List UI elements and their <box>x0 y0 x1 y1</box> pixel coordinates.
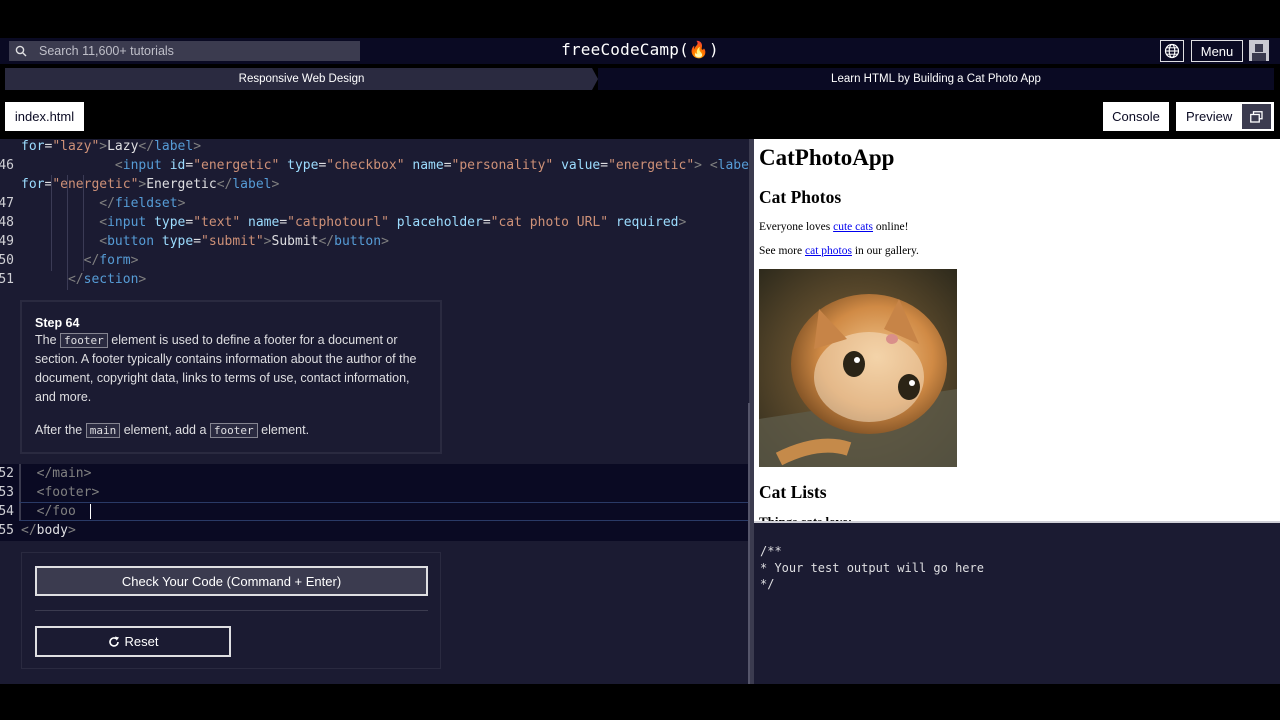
code-line[interactable]: 48 <input type="text" name="catphotourl"… <box>0 213 749 232</box>
line-number: 49 <box>0 234 14 249</box>
inline-code: footer <box>60 333 108 348</box>
check-code-button[interactable]: Check Your Code (Command + Enter) <box>35 566 428 596</box>
test-output-panel: /** * Your test output will go here */ <box>754 523 1280 684</box>
code-line[interactable]: 54 </foo <box>0 502 749 521</box>
test-output-text: /** * Your test output will go here */ <box>760 544 984 591</box>
preview-heading-cat-lists: Cat Lists <box>759 482 827 502</box>
instruction-text: The footer element is used to define a f… <box>35 331 427 407</box>
preview-frame[interactable]: CatPhotoApp Cat Photos Everyone loves cu… <box>754 139 1280 522</box>
line-number: 48 <box>0 215 14 230</box>
cat-photos-link[interactable]: cat photos <box>805 245 852 257</box>
code-line[interactable]: 47 </fieldset> <box>0 194 749 213</box>
instruction-text-part: After the <box>35 423 83 437</box>
code-line[interactable]: 55 </body> <box>0 521 749 540</box>
preview-title: CatPhotoApp <box>759 145 895 170</box>
code-line[interactable]: 50 </form> <box>0 251 749 270</box>
code-text: </section> <box>67 272 147 287</box>
editor-scrollbar[interactable] <box>748 403 750 684</box>
code-text: </fieldset> <box>99 196 186 211</box>
line-number: 52 <box>0 466 14 481</box>
code-text: <footer> <box>36 485 100 500</box>
preview-paragraph: Everyone loves cute cats online! <box>759 221 908 233</box>
search-input[interactable] <box>39 44 339 58</box>
preview-text: in our gallery. <box>851 245 919 257</box>
code-text: </foo <box>36 504 76 519</box>
code-line[interactable]: for="energetic">Energetic</label> <box>0 175 749 194</box>
line-number: 50 <box>0 253 14 268</box>
cat-photo-graphic <box>759 269 957 467</box>
code-line[interactable]: 52 </main> <box>0 464 749 483</box>
reset-icon <box>108 636 119 647</box>
code-line[interactable]: for="lazy">Lazy</label> <box>0 137 749 156</box>
avatar[interactable] <box>1249 40 1269 61</box>
letterbox-bottom <box>0 684 1280 720</box>
code-text: for="energetic">Energetic</label> <box>21 177 280 192</box>
search-box[interactable] <box>9 41 360 61</box>
instructions-panel: Step 64 The footer element is used to de… <box>21 301 441 453</box>
inline-code: main <box>85 423 121 438</box>
code-text: </form> <box>83 253 139 268</box>
line-number: 53 <box>0 485 14 500</box>
line-number: 55 <box>0 523 14 538</box>
instruction-text-part: element, add a <box>123 423 207 437</box>
breadcrumb-project[interactable]: Learn HTML by Building a Cat Photo App <box>598 68 1274 90</box>
line-number: 51 <box>0 272 14 287</box>
preview-paragraph: See more cat photos in our gallery. <box>759 245 919 257</box>
menu-button[interactable]: Menu <box>1191 40 1243 62</box>
code-text: for="lazy">Lazy</label> <box>21 139 202 154</box>
code-text: <input type="text" name="catphotourl" pl… <box>99 215 687 230</box>
code-text: <input id="energetic" type="checkbox" na… <box>114 158 757 173</box>
search-icon <box>15 45 27 57</box>
preview-text: online! <box>873 221 909 233</box>
reset-button[interactable]: Reset <box>35 626 231 657</box>
indent-guide <box>51 175 52 271</box>
preview-text: See more <box>759 245 805 257</box>
code-line[interactable]: 53 <footer> <box>0 483 749 502</box>
globe-icon <box>1164 43 1180 59</box>
instruction-text-part: element. <box>261 423 310 437</box>
breadcrumb-course[interactable]: Responsive Web Design <box>5 68 598 90</box>
code-text: <button type="submit">Submit</button> <box>99 234 389 249</box>
panel-divider <box>35 610 428 611</box>
cute-cats-link[interactable]: cute cats <box>833 221 873 233</box>
indent-guide <box>67 175 68 290</box>
cat-photo-image[interactable] <box>759 269 957 467</box>
breadcrumb: Responsive Web Design Learn HTML by Buil… <box>5 68 1274 90</box>
instruction-text-part: The <box>35 333 57 347</box>
step-title: Step 64 <box>35 316 80 330</box>
code-text: </body> <box>21 523 76 538</box>
code-line[interactable]: 49 <button type="submit">Submit</button> <box>0 232 749 251</box>
tab-index-html[interactable]: index.html <box>5 102 84 131</box>
reset-label: Reset <box>124 634 159 649</box>
code-line[interactable]: 51 </section> <box>0 270 749 289</box>
code-line[interactable]: 46 <input id="energetic" type="checkbox"… <box>0 156 757 175</box>
indent-guide <box>83 175 84 271</box>
language-button[interactable] <box>1160 40 1184 62</box>
preview-text: Everyone loves <box>759 221 834 233</box>
avatar-icon <box>1252 44 1266 61</box>
instruction-task: After the main element, add a footer ele… <box>35 421 427 440</box>
popout-preview-button[interactable] <box>1242 104 1271 129</box>
line-number: 47 <box>0 196 14 211</box>
navbar: freeCodeCamp(🔥) Menu <box>0 38 1280 64</box>
letterbox-top <box>0 0 1280 38</box>
preview-heading-cat-photos: Cat Photos <box>759 187 842 207</box>
text-cursor <box>90 504 91 519</box>
line-number: 46 <box>0 158 14 173</box>
inline-code: footer <box>209 423 258 438</box>
console-button[interactable]: Console <box>1103 102 1169 131</box>
popout-icon <box>1250 110 1263 123</box>
code-text: </main> <box>36 466 92 481</box>
line-number: 54 <box>0 504 14 519</box>
